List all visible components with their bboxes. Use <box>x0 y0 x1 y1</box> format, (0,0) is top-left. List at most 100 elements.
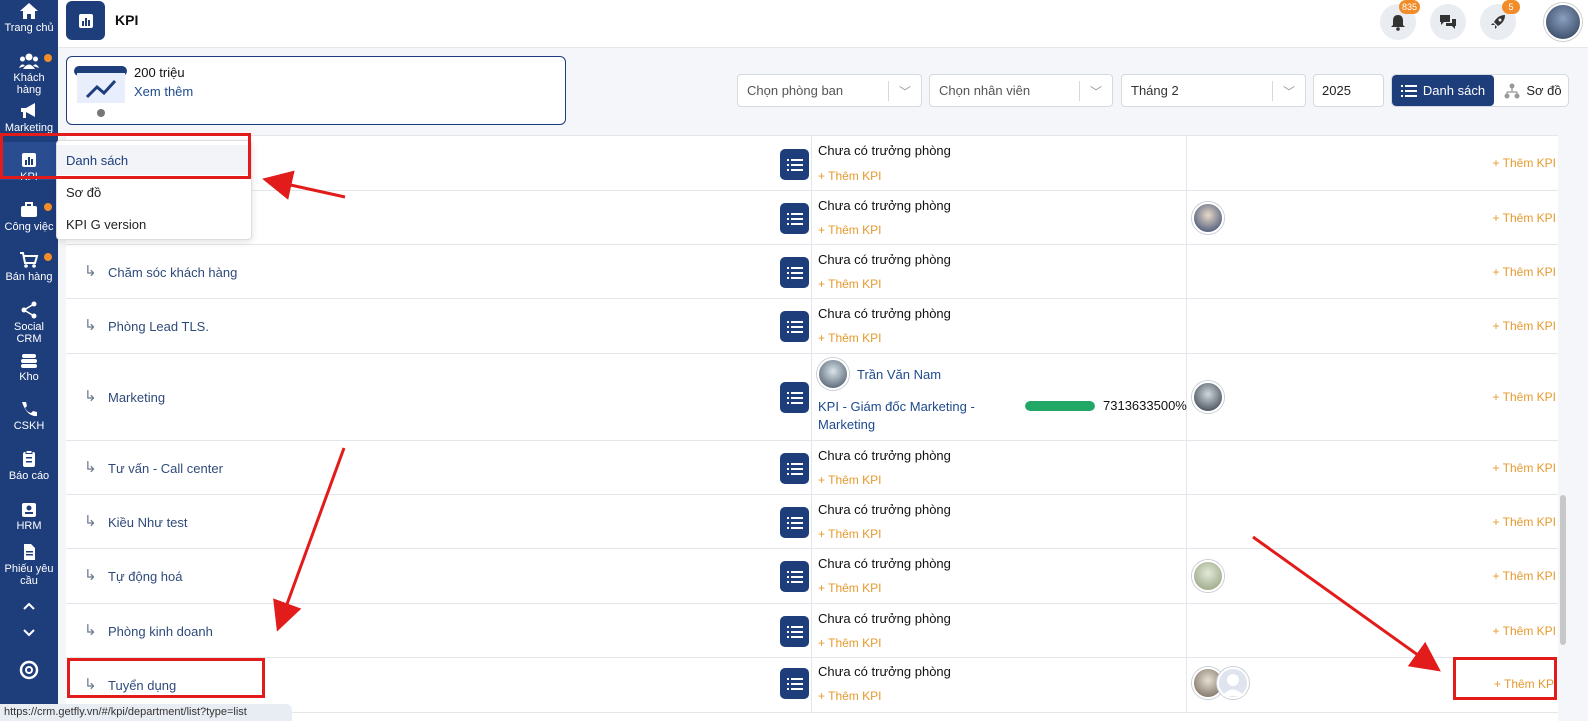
leader-name[interactable]: Trần Văn Nam <box>857 367 941 382</box>
sidebar-item-marketing[interactable]: Marketing <box>0 102 58 134</box>
tree-view-label: Sơ đồ <box>1526 83 1562 98</box>
sidebar-item-requests[interactable]: Phiếu yêu cầu <box>0 543 58 587</box>
add-kpi-button[interactable]: + Thêm KPI <box>1493 156 1556 170</box>
chart-icon <box>78 13 93 28</box>
dropdown-item-kpi-g-version[interactable]: KPI G version <box>57 209 251 239</box>
add-kpi-button[interactable]: + Thêm KPI <box>1493 569 1556 583</box>
department-cell: ↳ Chăm sóc khách hàng <box>66 245 812 298</box>
avatar[interactable] <box>1192 560 1224 592</box>
org-chart-icon <box>1504 83 1520 98</box>
employee-select[interactable]: Chọn nhân viên ﹀ <box>929 74 1113 107</box>
sidebar-item-hrm[interactable]: HRM <box>0 500 58 532</box>
month-select-value: Tháng 2 <box>1131 83 1179 98</box>
add-kpi-button[interactable]: + Thêm KPI <box>1493 515 1556 529</box>
kpi-list-button[interactable] <box>780 203 809 234</box>
subdept-arrow-icon: ↳ <box>84 263 97 280</box>
kpi-list-button[interactable] <box>780 311 809 342</box>
chevron-down-icon: ﹀ <box>898 85 911 99</box>
tree-view-button[interactable]: Sơ đồ <box>1496 75 1568 106</box>
table-row: ↳ Phòng Lead TLS. Chưa có trưởng phòng +… <box>66 299 1558 354</box>
department-name[interactable]: Kiều Như test <box>108 515 188 530</box>
add-kpi-link[interactable]: + Thêm KPI <box>818 636 881 650</box>
add-kpi-button[interactable]: + Thêm KPI <box>1493 265 1556 279</box>
department-name[interactable]: Tự động hoá <box>108 569 182 584</box>
month-select[interactable]: Tháng 2 ﹀ <box>1121 74 1306 107</box>
select-separator <box>1272 81 1273 101</box>
department-select-value: Chọn phòng ban <box>747 83 844 98</box>
see-more-link[interactable]: Xem thêm <box>134 84 193 99</box>
add-kpi-link[interactable]: + Thêm KPI <box>818 689 881 703</box>
department-name[interactable]: Chăm sóc khách hàng <box>108 265 237 280</box>
leader-avatar[interactable] <box>817 358 849 390</box>
sidebar-scroll-down[interactable] <box>0 624 58 644</box>
sidebar-item-social-crm[interactable]: Social CRM <box>0 301 58 345</box>
sidebar-item-home[interactable]: Trang chủ <box>0 2 58 34</box>
kpi-list-button[interactable] <box>780 507 809 538</box>
user-avatar[interactable] <box>1544 3 1582 41</box>
avatar[interactable] <box>1192 381 1224 413</box>
add-kpi-link[interactable]: + Thêm KPI <box>818 169 881 183</box>
department-name[interactable]: Phòng Lead TLS. <box>108 319 209 334</box>
add-kpi-link[interactable]: + Thêm KPI <box>818 473 881 487</box>
chat-button[interactable] <box>1430 4 1466 40</box>
add-kpi-button[interactable]: + Thêm KPI <box>1493 211 1556 225</box>
kpi-list-button[interactable] <box>780 257 809 288</box>
chevron-down-icon: ﹀ <box>1089 85 1102 99</box>
kpi-list-button[interactable] <box>780 616 809 647</box>
kpi-list-button[interactable] <box>780 453 809 484</box>
kpi-progress-percent: 7313633500% <box>1103 398 1187 413</box>
kpi-title-link[interactable]: KPI - Giám đốc Marketing - Marketing <box>818 398 1008 434</box>
kpi-list-button[interactable] <box>780 668 809 699</box>
members-cell: + Thêm KPI <box>1187 441 1558 494</box>
year-input[interactable]: 2025 <box>1313 74 1384 107</box>
list-view-button[interactable]: Danh sách <box>1392 75 1494 106</box>
rocket-button[interactable]: 5 <box>1480 0 1520 40</box>
department-cell: ↳ Marketing <box>66 354 812 440</box>
department-name[interactable]: Marketing <box>108 390 165 405</box>
add-kpi-button[interactable]: + Thêm KPI <box>1493 624 1556 638</box>
department-name[interactable]: Phòng kinh doanh <box>108 624 213 639</box>
subdept-arrow-icon: ↳ <box>84 459 97 476</box>
add-kpi-button[interactable]: + Thêm KPI <box>1493 319 1556 333</box>
add-kpi-link[interactable]: + Thêm KPI <box>818 277 881 291</box>
members-cell: + Thêm KPI <box>1187 136 1558 190</box>
avatar[interactable] <box>1192 202 1224 234</box>
view-toggle: Danh sách Sơ đồ <box>1391 74 1569 107</box>
sidebar-item-reports[interactable]: Báo cáo <box>0 450 58 482</box>
sidebar-item-label: Trang chủ <box>4 22 54 34</box>
scrollbar[interactable] <box>1560 495 1566 645</box>
sidebar-scroll-up[interactable] <box>0 597 58 617</box>
add-kpi-link[interactable]: + Thêm KPI <box>818 223 881 237</box>
sidebar-item-sales[interactable]: Bán hàng <box>0 251 58 283</box>
add-kpi-button[interactable]: + Thêm KPI <box>1493 461 1556 475</box>
select-separator <box>1079 81 1080 101</box>
notifications-button[interactable]: 835 <box>1380 0 1420 40</box>
sidebar-support[interactable] <box>0 660 58 682</box>
add-kpi-button[interactable]: + Thêm KPI <box>1493 390 1556 404</box>
sidebar-item-customers[interactable]: Khách hàng <box>0 52 58 96</box>
add-kpi-link[interactable]: + Thêm KPI <box>818 331 881 345</box>
notification-dot <box>44 54 52 62</box>
briefcase-icon <box>21 202 37 217</box>
dropdown-item-tree[interactable]: Sơ đồ <box>57 177 251 207</box>
lifebuoy-icon <box>19 660 39 680</box>
annotation-box-add-kpi <box>1453 657 1557 700</box>
kpi-list-button[interactable] <box>780 382 809 413</box>
pin-icon <box>97 109 105 117</box>
kpi-list-button[interactable] <box>780 561 809 592</box>
sidebar-item-warehouse[interactable]: Kho <box>0 351 58 383</box>
trend-chart-icon <box>77 73 125 103</box>
sidebar-item-label: CSKH <box>13 420 45 432</box>
chevron-down-icon <box>23 629 35 637</box>
sidebar-item-cskh[interactable]: CSKH <box>0 400 58 432</box>
leader-cell: Chưa có trưởng phòng + Thêm KPI <box>812 495 1187 548</box>
department-name[interactable]: Tư vấn - Call center <box>108 461 223 476</box>
subdept-arrow-icon: ↳ <box>84 513 97 530</box>
sidebar-item-tasks[interactable]: Công việc <box>0 201 58 233</box>
subdept-arrow-icon: ↳ <box>84 622 97 639</box>
avatar-placeholder[interactable] <box>1217 667 1249 699</box>
add-kpi-link[interactable]: + Thêm KPI <box>818 581 881 595</box>
kpi-list-button[interactable] <box>780 149 809 180</box>
department-select[interactable]: Chọn phòng ban ﹀ <box>737 74 922 107</box>
add-kpi-link[interactable]: + Thêm KPI <box>818 527 881 541</box>
